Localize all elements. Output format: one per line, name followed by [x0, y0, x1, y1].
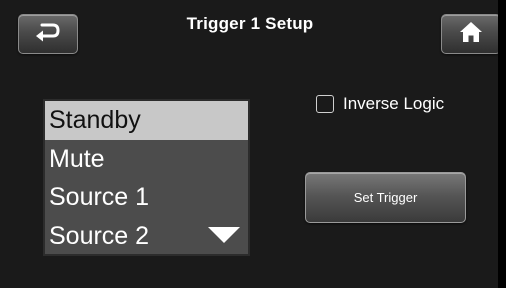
- back-button[interactable]: [18, 14, 78, 54]
- back-arrow-icon: [35, 21, 61, 48]
- list-item-mute[interactable]: Mute: [45, 140, 248, 179]
- inverse-logic-option[interactable]: Inverse Logic: [316, 94, 444, 114]
- page-title: Trigger 1 Setup: [186, 14, 314, 33]
- list-item-source-1[interactable]: Source 1: [45, 178, 248, 217]
- list-item-standby[interactable]: Standby: [45, 101, 248, 140]
- triangle-down-icon: [206, 225, 242, 250]
- set-trigger-label: Set Trigger: [353, 190, 418, 205]
- trigger-setup-screen: Trigger 1 Setup Standby Mute Source 1 So…: [0, 0, 506, 288]
- home-button[interactable]: [441, 14, 501, 54]
- scroll-down-button[interactable]: [205, 225, 243, 249]
- source-list[interactable]: Standby Mute Source 1 Source 2: [43, 99, 250, 256]
- inverse-logic-label: Inverse Logic: [343, 94, 445, 113]
- inverse-logic-checkbox[interactable]: [316, 95, 334, 113]
- screen-bezel: [498, 0, 506, 288]
- set-trigger-button[interactable]: Set Trigger: [305, 172, 466, 223]
- home-icon: [459, 21, 483, 48]
